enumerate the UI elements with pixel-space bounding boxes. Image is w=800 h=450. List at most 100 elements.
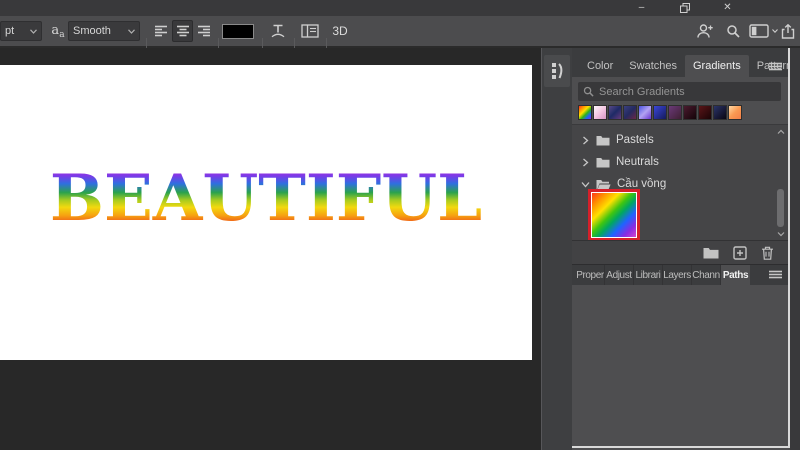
panel-menu-button[interactable] [769, 270, 782, 279]
scrollbar-thumb[interactable] [777, 189, 784, 227]
scrollbar[interactable] [775, 127, 786, 239]
window-edge [790, 48, 800, 450]
pasteboard: BEAUTIFUL [0, 48, 541, 450]
anti-alias-button[interactable]: aa [48, 21, 68, 41]
gradient-swatch[interactable] [683, 105, 697, 120]
gradient-swatch[interactable] [698, 105, 712, 120]
folder-open-icon [596, 179, 611, 190]
history-panel-button[interactable] [544, 55, 570, 87]
toggle-panels-button[interactable] [298, 20, 322, 42]
group-label: Pastels [616, 134, 654, 146]
paths-panel-body [572, 285, 788, 450]
gradient-swatch[interactable] [593, 105, 607, 120]
gradient-swatch[interactable] [638, 105, 652, 120]
chevron-down-icon[interactable] [580, 181, 590, 188]
right-panel: Color Swatches Gradients Patterns Search… [572, 48, 798, 450]
gradient-group-neutrals[interactable]: Neutrals [580, 154, 659, 170]
gradient-swatch[interactable] [728, 105, 742, 120]
gradient-group-pastels[interactable]: Pastels [580, 132, 654, 148]
align-right-button[interactable] [194, 20, 214, 42]
recent-gradients-row [578, 105, 742, 120]
gradient-swatch[interactable] [578, 105, 592, 120]
align-right-icon [197, 25, 211, 37]
warp-text-button[interactable] [266, 20, 290, 42]
gradient-swatch[interactable] [653, 105, 667, 120]
smoothing-select[interactable]: Smooth [68, 21, 140, 41]
chevron-right-icon[interactable] [580, 136, 590, 145]
bottom-panel-tab-bar: Proper Adjust Librari Layers Chann Paths [572, 264, 788, 285]
tab-swatches[interactable]: Swatches [621, 55, 685, 77]
folder-icon [703, 247, 719, 259]
3d-label: 3D [332, 24, 348, 38]
window-edge[interactable] [572, 446, 788, 448]
tab-adjustments[interactable]: Adjust [605, 265, 634, 285]
text-color-swatch[interactable] [222, 24, 254, 39]
3d-button[interactable]: 3D [329, 20, 351, 42]
workspace-switcher-button[interactable] [748, 20, 778, 42]
align-left-button[interactable] [151, 20, 171, 42]
chevron-down-icon [771, 29, 778, 33]
tab-paths[interactable]: Paths [721, 265, 750, 285]
share-icon [781, 23, 795, 39]
gradient-list: Pastels Neutrals Cầu vồng [572, 124, 788, 241]
tab-color[interactable]: Color [579, 55, 621, 77]
gradient-swatch[interactable] [608, 105, 622, 120]
restore-icon [679, 3, 690, 13]
panel-menu-button[interactable] [769, 62, 782, 71]
close-icon: ✕ [723, 2, 732, 13]
window-edge[interactable] [788, 48, 790, 448]
tab-properties[interactable]: Proper [576, 265, 605, 285]
share-button[interactable] [778, 20, 798, 42]
trash-icon [761, 246, 774, 260]
scroll-down-button[interactable] [775, 229, 786, 239]
anti-alias-icon: aa [51, 22, 65, 40]
document-canvas[interactable]: BEAUTIFUL [0, 65, 532, 360]
new-gradient-button[interactable] [733, 245, 747, 260]
workspace-icon [748, 24, 769, 38]
plus-square-icon [733, 245, 747, 260]
scroll-up-button[interactable] [775, 127, 786, 137]
minimize-button[interactable]: – [620, 0, 663, 16]
color-swatch-fill [222, 24, 254, 39]
chevron-down-icon [128, 28, 135, 34]
gradients-panel-tab-bar: Color Swatches Gradients Patterns [572, 48, 798, 77]
gradient-swatch[interactable] [668, 105, 682, 120]
warp-text-icon [269, 23, 287, 39]
font-size-value: pt [5, 25, 15, 37]
add-user-button[interactable] [693, 20, 717, 42]
gradient-swatch[interactable] [623, 105, 637, 120]
panels-icon [301, 24, 319, 38]
search-button[interactable] [721, 20, 745, 42]
close-button[interactable]: ✕ [706, 0, 749, 16]
minimize-icon: – [638, 2, 645, 13]
gradients-panel-footer [572, 240, 788, 264]
chevron-down-icon [30, 28, 37, 34]
search-icon [583, 86, 594, 97]
align-left-icon [154, 25, 168, 37]
tab-libraries[interactable]: Librari [634, 265, 663, 285]
menu-icon [769, 62, 782, 71]
new-group-button[interactable] [703, 247, 719, 259]
chevron-right-icon[interactable] [580, 158, 590, 167]
history-panel-icon [550, 61, 564, 81]
tab-gradients[interactable]: Gradients [685, 55, 749, 77]
search-input[interactable] [599, 85, 769, 98]
titlebar: – ✕ [0, 0, 800, 16]
canvas-text: BEAUTIFUL [49, 160, 483, 236]
folder-closed-icon [596, 135, 610, 146]
app-window: – ✕ pt aa Smooth 3D BEAUTIFUL Color Swat… [0, 0, 800, 450]
tab-channels[interactable]: Chann [692, 265, 721, 285]
align-center-button[interactable] [172, 20, 193, 42]
tab-layers[interactable]: Layers [663, 265, 692, 285]
window-controls: – ✕ [620, 0, 749, 16]
restore-button[interactable] [663, 0, 706, 16]
selected-gradient-swatch[interactable] [588, 189, 640, 241]
delete-gradient-button[interactable] [761, 246, 774, 260]
panel-dock-strip [541, 48, 572, 450]
folder-closed-icon [596, 157, 610, 168]
group-label: Neutrals [616, 156, 659, 168]
options-bar: pt aa Smooth 3D [0, 16, 800, 58]
align-center-icon [176, 25, 190, 37]
gradient-swatch[interactable] [713, 105, 727, 120]
font-size-select[interactable]: pt [0, 21, 42, 41]
